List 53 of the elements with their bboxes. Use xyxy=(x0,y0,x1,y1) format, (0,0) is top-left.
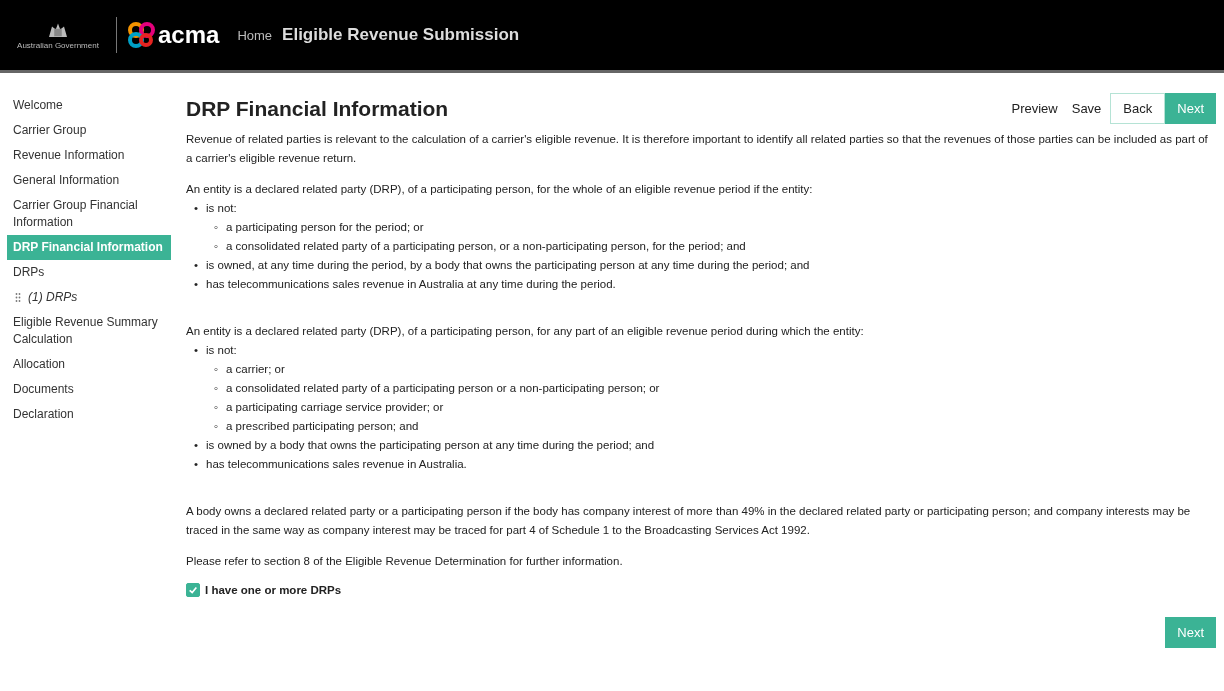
paragraph: Please refer to section 8 of the Eligible Revenue Determination for further information. xyxy=(186,554,624,569)
paragraph: An entity is a declared related party (DRP), of a participating person, for any part of an eligible revenue period during which the entity: xyxy=(186,324,865,339)
action-link[interactable]: Preview xyxy=(1004,94,1065,123)
sidebar-item[interactable]: Carrier Group xyxy=(7,118,171,143)
sidebar-item[interactable]: General Information xyxy=(7,168,171,193)
government-caption: Australian Government xyxy=(17,40,99,50)
list-item: has telecommunications sales revenue in Australia. xyxy=(206,457,467,472)
bullet-marker: ◦ xyxy=(214,400,220,415)
list-item: is owned by a body that owns the participating person at any time during the period; and xyxy=(206,438,655,453)
bullet-marker: • xyxy=(194,258,200,273)
list-item: has telecommunications sales revenue in Australia at any time during the period. xyxy=(206,277,616,292)
bullet-marker: ◦ xyxy=(214,381,220,396)
list-subitem: a consolidated related party of a participating person, or a non-participating person, for the period; and xyxy=(226,239,746,254)
bullet-marker: ◦ xyxy=(214,220,220,235)
drag-handle-icon[interactable] xyxy=(15,291,21,304)
checkbox[interactable] xyxy=(186,583,200,597)
sidebar-item[interactable]: Eligible Revenue Summary Calculation xyxy=(7,310,171,352)
home-link[interactable]: Home xyxy=(237,27,273,43)
sidebar-item[interactable]: DRPs xyxy=(7,260,171,285)
page-heading: DRP Financial Information xyxy=(186,96,449,121)
overlapping-circles-icon xyxy=(127,22,157,48)
sidebar-item[interactable]: Carrier Group Financial Information xyxy=(7,193,171,235)
sidebar-item[interactable]: Declaration xyxy=(7,402,171,427)
bullet-marker: ◦ xyxy=(214,239,220,254)
paragraph: Revenue of related parties is relevant to the calculation of a carrier's eligible revenue. It is therefore important to identify all related parties so that the revenues of those parties can be included as part of a carrier's eligible revenue return. xyxy=(186,132,1209,166)
sidebar-item[interactable]: Documents xyxy=(7,377,171,402)
list-item: is owned, at any time during the period, by a body that owns the participating person at any time during the period; and xyxy=(206,258,810,273)
list-subitem: a carrier; or xyxy=(226,362,285,377)
action-link[interactable]: Save xyxy=(1064,94,1109,123)
paragraph: A body owns a declared related party or a participating person if the body has company interest of more than 49% in the declared related party or participating person; and company interests may be traced in the same way as company interest may be traced for part 4 of Schedule 1 to the Broadcasting Services Act 1992. xyxy=(186,504,1192,538)
list-subitem: a participating person for the period; or xyxy=(226,220,424,235)
action-button[interactable]: Back xyxy=(1110,93,1166,124)
bullet-marker: • xyxy=(194,201,200,216)
bullet-marker: ◦ xyxy=(214,419,220,434)
bullet-marker: • xyxy=(194,343,200,358)
checkmark-icon xyxy=(188,585,198,595)
paragraph: An entity is a declared related party (DRP), of a participating person, for the whole of an eligible revenue period if the entity: xyxy=(186,182,814,197)
list-subitem: a participating carriage service provider; or xyxy=(226,400,444,415)
bullet-marker: • xyxy=(194,457,200,472)
bullet-marker: • xyxy=(194,277,200,292)
list-item: is not: xyxy=(206,201,237,216)
list-subitem: a prescribed participating person; and xyxy=(226,419,419,434)
list-subitem: a consolidated related party of a participating person or a non-participating person; or xyxy=(226,381,660,396)
app-title: Eligible Revenue Submission xyxy=(282,25,520,45)
sidebar-item[interactable]: Revenue Information xyxy=(7,143,171,168)
list-item: is not: xyxy=(206,343,237,358)
sidebar-item[interactable]: Welcome xyxy=(7,93,171,118)
bullet-marker: ◦ xyxy=(214,362,220,377)
checkbox-label: I have one or more DRPs xyxy=(205,584,342,596)
logo-wordmark: acma xyxy=(158,21,220,49)
sidebar-subitem[interactable]: (1) DRPs xyxy=(7,285,171,310)
sidebar-item[interactable]: Allocation xyxy=(7,352,171,377)
bullet-marker: • xyxy=(194,438,200,453)
